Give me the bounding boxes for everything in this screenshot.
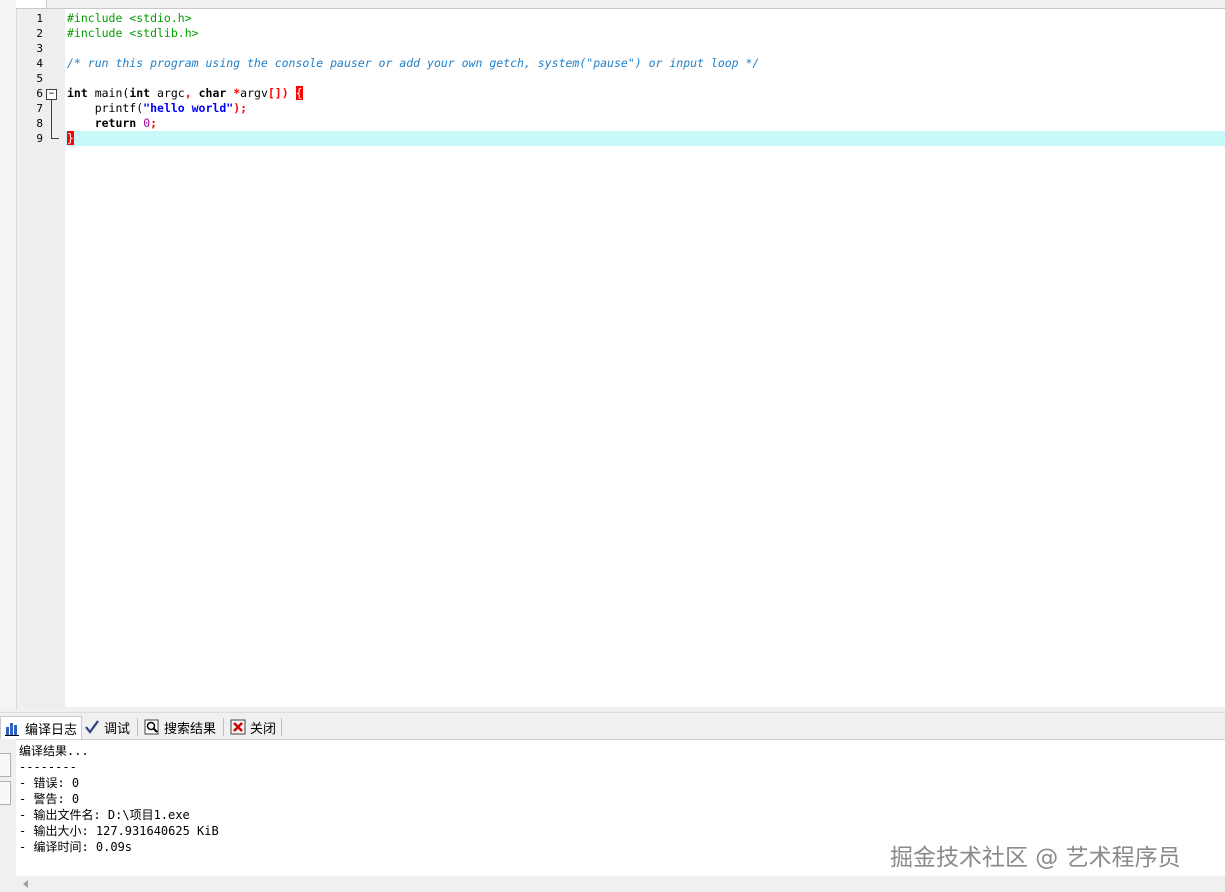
tab-debug[interactable]: 调试 [80,716,134,738]
fold-guide [51,100,52,138]
side-button[interactable] [0,781,11,805]
code-line-7: printf("hello world"); [65,101,1225,116]
code-line-4: /* run this program using the console pa… [65,56,1225,71]
line-number: 9 [36,132,43,145]
code-editor[interactable]: 1 2 3 4 5 6 7 8 9 − #include <stdio.h> #… [22,9,1225,707]
search-icon [144,719,160,735]
line-number: 7 [36,102,43,115]
matched-brace-open: { [295,86,303,100]
tab-separator [281,718,282,736]
code-line-2: #include <stdlib.h> [65,26,1225,41]
tab-separator [137,718,138,736]
code-line-6: int main(int argc, char *argv[]) { [65,86,1225,101]
matched-brace-close: } [67,131,74,145]
log-line: - 编译时间: 0.09s [19,840,133,854]
closing-brace: } [67,131,74,146]
code-line-1: #include <stdio.h> [65,11,1225,26]
printf-call: printf("hello world"); [67,101,248,115]
include-directive: #include <stdlib.h> [67,26,199,40]
line-number: 6 [36,87,43,100]
log-line: -------- [19,760,77,774]
line-number: 5 [36,72,43,85]
tab-label: 搜索结果 [164,721,217,737]
include-directive: #include <stdio.h> [67,11,192,25]
close-icon [230,719,246,735]
comment: /* run this program using the console pa… [67,56,760,70]
output-side-toolbar [0,739,16,892]
line-number-gutter: 1 2 3 4 5 6 7 8 9 − [22,9,65,707]
log-line: - 输出文件名: D:\项目1.exe [19,808,190,822]
fold-end-marker [51,138,59,139]
fold-collapse-icon[interactable]: − [46,89,57,100]
log-line: - 警告: 0 [19,792,80,806]
line-number: 4 [36,57,43,70]
tab-search-results[interactable]: 搜索结果 [140,716,220,738]
watermark: 掘金技术社区 @ 艺术程序员 [890,845,1181,871]
code-line-9-current: } [65,131,1225,146]
line-number: 2 [36,27,43,40]
editor-tab-bar [16,0,1225,9]
bottom-panel-tabs: 编译日志 调试 搜索结果 关闭 [0,712,1225,740]
editor-tab[interactable] [16,0,47,8]
line-number: 8 [36,117,43,130]
tab-label: 编译日志 [25,722,78,738]
line-number: 3 [36,42,43,55]
log-line: 编译结果... [19,744,89,758]
main-signature: int main(int argc, char *argv[]) { [67,86,303,100]
return-statement: return 0; [67,116,158,130]
log-line: - 错误: 0 [19,776,80,790]
log-line: - 输出大小: 127.931640625 KiB [19,824,219,838]
side-button[interactable] [0,753,11,777]
side-panel-edge [0,0,17,710]
checkmark-icon [84,719,100,735]
tab-separator [223,718,224,736]
line-number: 1 [36,12,43,25]
tab-close[interactable]: 关闭 [226,716,280,738]
horizontal-scrollbar[interactable] [16,876,1225,892]
scroll-left-icon[interactable] [20,876,32,892]
tab-label: 关闭 [250,721,277,737]
tab-label: 调试 [104,721,131,737]
bar-chart-icon [5,720,21,736]
code-line-8: return 0; [65,116,1225,131]
tab-compile-log[interactable]: 编译日志 [0,716,83,739]
code-text-area[interactable]: #include <stdio.h> #include <stdlib.h> /… [65,9,1225,707]
